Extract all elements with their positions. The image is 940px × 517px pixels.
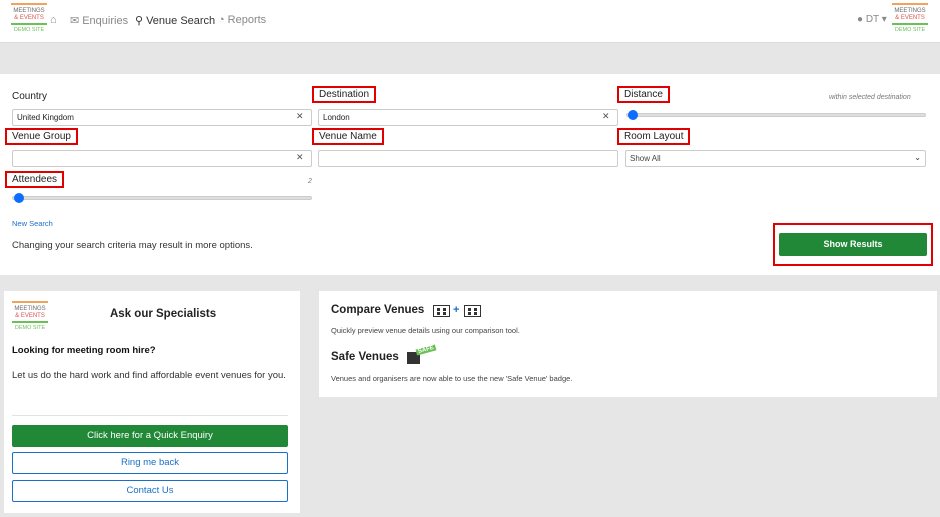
logo-line2: & EVENTS (895, 14, 925, 21)
chevron-down-icon: ⌄ (914, 153, 921, 162)
site-logo-right: MEETINGS & EVENTS DEMO SITE (892, 3, 928, 39)
logo-line1: MEETINGS (14, 306, 46, 312)
logo-demo-label: DEMO SITE (13, 27, 45, 33)
safe-venues-title: Safe Venues (331, 351, 399, 363)
logo-demo-label: DEMO SITE (14, 325, 46, 331)
country-label: Country (12, 91, 48, 102)
attendees-label: Attendees (5, 171, 65, 188)
destination-label: Destination (312, 86, 377, 103)
venue-group-label: Venue Group (5, 128, 78, 145)
new-search-link[interactable]: New Search (12, 219, 53, 228)
criteria-note: Changing your search criteria may result… (12, 240, 253, 251)
destination-clear-icon[interactable]: ✕ (602, 111, 610, 122)
distance-label: Distance (617, 86, 670, 103)
room-layout-label: Room Layout (617, 128, 691, 145)
venue-name-label: Venue Name (312, 128, 384, 145)
show-results-highlight: Show Results (773, 223, 933, 266)
logo-line2: & EVENTS (14, 14, 44, 21)
country-value: United Kingdom (17, 113, 74, 122)
specialists-logo: MEETINGS & EVENTS DEMO SITE (12, 301, 48, 337)
attendees-slider-track[interactable] (12, 196, 312, 200)
plus-icon: + (453, 304, 460, 316)
country-clear-icon[interactable]: ✕ (296, 111, 304, 122)
room-layout-value: Show All (630, 154, 661, 163)
country-field[interactable]: United Kingdom (12, 109, 312, 126)
distance-hint: within selected destination (829, 94, 911, 101)
quick-enquiry-button[interactable]: Click here for a Quick Enquiry (12, 425, 288, 447)
distance-slider-track[interactable] (626, 113, 926, 117)
logo-line1: MEETINGS (894, 8, 926, 14)
safe-venue-badge-icon: SAFE (407, 344, 437, 364)
home-icon[interactable]: ⌂ (50, 14, 57, 26)
venue-group-clear-icon[interactable]: ✕ (296, 152, 304, 163)
nav-enquiries[interactable]: ✉ Enquiries (70, 14, 128, 27)
pie-chart-icon: ◔ (218, 14, 225, 26)
compare-venues-title: Compare Venues (331, 304, 425, 316)
user-menu[interactable]: ● DT ▾ (857, 14, 887, 25)
safe-badge-label: SAFE (415, 344, 437, 356)
nav-reports[interactable]: ◔ Reports (218, 14, 266, 26)
logo-line2: & EVENTS (15, 312, 45, 319)
logo-line1: MEETINGS (13, 8, 45, 14)
top-navbar: MEETINGS & EVENTS DEMO SITE ⌂ ✉ Enquiries… (0, 0, 940, 43)
distance-slider-handle[interactable] (628, 110, 638, 120)
building-icon (464, 305, 481, 317)
logo-demo-label: DEMO SITE (894, 27, 926, 33)
safe-venues-desc: Venues and organisers are now able to us… (331, 374, 573, 383)
specialists-body: Let us do the hard work and find afforda… (12, 370, 286, 381)
venue-name-field[interactable] (318, 150, 618, 167)
nav-venue-search[interactable]: ⚲ Venue Search (135, 14, 215, 27)
destination-field[interactable]: London (318, 109, 618, 126)
specialists-title: Ask our Specialists (110, 308, 217, 320)
search-icon: ⚲ (135, 15, 144, 27)
show-results-button[interactable]: Show Results (779, 233, 927, 256)
specialists-subtitle: Looking for meeting room hire? (12, 345, 156, 356)
envelope-icon: ✉ (70, 15, 80, 27)
user-initials: DT ▾ (865, 14, 887, 25)
destination-value: London (323, 113, 350, 122)
nav-enquiries-label: Enquiries (82, 15, 129, 27)
site-logo[interactable]: MEETINGS & EVENTS DEMO SITE (11, 3, 47, 39)
ring-me-back-button[interactable]: Ring me back (12, 452, 288, 474)
compare-panel: Compare Venues + Quickly preview venue d… (319, 291, 937, 397)
divider (12, 415, 288, 416)
user-icon: ● (857, 14, 866, 25)
building-icon (433, 305, 450, 317)
nav-venue-search-label: Venue Search (146, 15, 216, 27)
contact-us-button[interactable]: Contact Us (12, 480, 288, 502)
attendees-value: 2 (308, 178, 312, 185)
nav-reports-label: Reports (227, 14, 267, 26)
venue-group-field[interactable] (12, 150, 312, 167)
room-layout-select[interactable]: Show All ⌄ (625, 150, 926, 167)
compare-venues-desc: Quickly preview venue details using our … (331, 326, 520, 335)
attendees-slider-handle[interactable] (14, 193, 24, 203)
specialists-panel: MEETINGS & EVENTS DEMO SITE Ask our Spec… (4, 291, 300, 513)
